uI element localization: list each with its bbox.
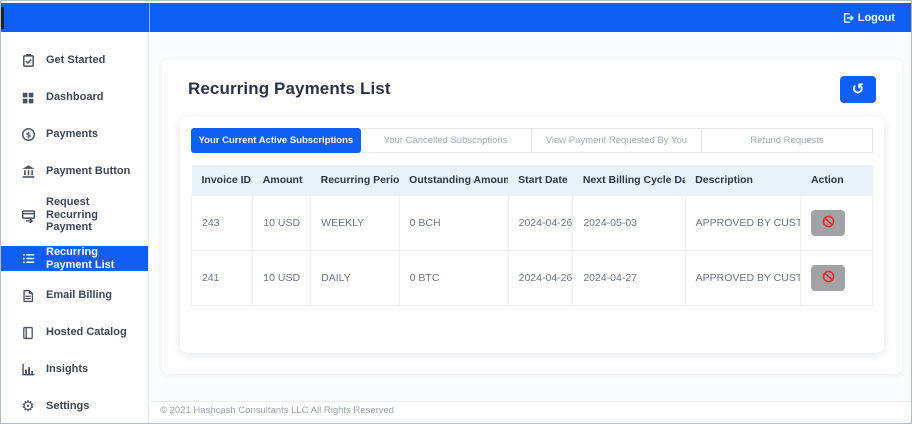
cell-recurring-period: DAILY bbox=[310, 250, 400, 306]
cell-invoice-id: 243 bbox=[190, 195, 254, 251]
sidebar-item-payment-button[interactable]: Payment Button bbox=[1, 153, 148, 190]
recurring-payments-card: Recurring Payments List ↺ Your Current A… bbox=[162, 59, 902, 374]
cell-next-billing-cycle-date: 2024-05-03 bbox=[572, 195, 686, 251]
sidebar-item-label: Hosted Catalog bbox=[46, 326, 127, 339]
cell-amount: 10 USD bbox=[252, 250, 312, 306]
tab-refund-requests[interactable]: Refund Requests bbox=[702, 128, 873, 153]
svg-text:$: $ bbox=[25, 130, 31, 139]
partial-logo bbox=[1, 7, 4, 29]
card-header: Recurring Payments List ↺ bbox=[180, 75, 884, 103]
logout-button[interactable]: Logout bbox=[836, 3, 901, 32]
sidebar-item-payments[interactable]: $ Payments bbox=[1, 116, 148, 153]
subscription-tabs: Your Current Active Subscriptions Your C… bbox=[191, 128, 873, 153]
topbar-divider bbox=[149, 3, 150, 32]
sidebar-item-label: Email Billing bbox=[46, 289, 113, 302]
copyright-footer: © 2021 Hashcash Consultants LLC All Righ… bbox=[150, 401, 911, 419]
cancel-subscription-button[interactable] bbox=[811, 265, 846, 291]
col-outstanding-amount: Outstanding Amount bbox=[399, 165, 509, 196]
col-next-billing-cycle-date: Next Billing Cycle Date bbox=[572, 165, 686, 196]
cell-next-billing-cycle-date: 2024-04-27 bbox=[572, 250, 686, 306]
col-recurring-period: Recurring Period bbox=[310, 165, 400, 196]
cell-outstanding-amount: 0 BCH bbox=[398, 195, 509, 251]
sidebar-item-hosted-catalog[interactable]: Hosted Catalog bbox=[1, 314, 148, 351]
col-amount: Amount bbox=[252, 165, 311, 196]
table-row: 243 10 USD WEEKLY 0 BCH 2024-04-26 2024-… bbox=[190, 195, 873, 251]
sidebar-item-label: Payment Button bbox=[46, 165, 131, 178]
cell-invoice-id: 241 bbox=[190, 250, 254, 306]
card-arrow-icon bbox=[20, 208, 36, 223]
cell-description: APPROVED BY CUSTOMER bbox=[684, 195, 802, 251]
col-description: Description bbox=[685, 165, 801, 196]
block-icon bbox=[821, 214, 836, 232]
table-row: 241 10 USD DAILY 0 BTC 2024-04-26 2024-0… bbox=[190, 250, 873, 306]
cell-start-date: 2024-04-26 bbox=[507, 195, 574, 251]
sidebar-item-label: Request Recurring Payment bbox=[46, 196, 98, 234]
cell-start-date: 2024-04-26 bbox=[507, 250, 574, 306]
sidebar-item-label: Get Started bbox=[46, 54, 106, 67]
book-icon bbox=[20, 326, 36, 340]
sidebar-item-get-started[interactable]: Get Started bbox=[1, 42, 148, 79]
cell-amount: 10 USD bbox=[252, 195, 312, 251]
sidebar-item-label: Insights bbox=[46, 363, 89, 376]
tab-view-payment-requested[interactable]: View Payment Requested By You bbox=[531, 128, 703, 153]
sidebar-item-email-billing[interactable]: Email Billing bbox=[1, 277, 148, 314]
sidebar-item-label: Recurring Payment List bbox=[46, 245, 115, 271]
subscriptions-table: Invoice ID Amount Recurring Period Outst… bbox=[190, 165, 873, 306]
cell-outstanding-amount: 0 BTC bbox=[398, 250, 509, 306]
gear-icon: ⚙ bbox=[21, 397, 35, 415]
clipboard-icon bbox=[20, 53, 36, 68]
col-start-date: Start Date bbox=[508, 165, 573, 196]
sidebar-item-request-recurring-payment[interactable]: Request Recurring Payment bbox=[1, 190, 148, 240]
cancel-subscription-button[interactable] bbox=[811, 210, 846, 236]
main-content: Recurring Payments List ↺ Your Current A… bbox=[150, 32, 911, 423]
cell-recurring-period: WEEKLY bbox=[310, 195, 400, 251]
grid-icon bbox=[20, 91, 36, 105]
cell-description: APPROVED BY CUSTOMER bbox=[684, 250, 802, 306]
app-window: Logout Get Started Dashboard $ Payments … bbox=[0, 0, 912, 424]
sidebar-item-label: Payments bbox=[46, 128, 98, 141]
block-icon bbox=[821, 269, 836, 287]
cell-action bbox=[800, 195, 873, 251]
cell-action bbox=[800, 250, 873, 306]
history-button[interactable]: ↺ bbox=[840, 75, 876, 103]
logout-label: Logout bbox=[857, 11, 895, 24]
logout-icon bbox=[842, 12, 854, 24]
history-icon: ↺ bbox=[851, 79, 865, 98]
col-action: Action bbox=[800, 165, 873, 196]
tab-cancelled-subscriptions[interactable]: Your Cancelled Subscriptions bbox=[360, 128, 532, 153]
sidebar: Get Started Dashboard $ Payments Payment… bbox=[1, 32, 149, 423]
top-navbar: Logout bbox=[1, 3, 911, 32]
table-header-row: Invoice ID Amount Recurring Period Outst… bbox=[191, 165, 873, 196]
sidebar-item-dashboard[interactable]: Dashboard bbox=[1, 79, 148, 116]
sidebar-item-label: Settings bbox=[46, 400, 90, 413]
sidebar-item-label: Dashboard bbox=[46, 91, 104, 104]
document-icon bbox=[20, 289, 36, 303]
sidebar-item-insights[interactable]: Insights bbox=[1, 351, 148, 388]
bank-icon bbox=[20, 164, 36, 179]
subscriptions-panel: Your Current Active Subscriptions Your C… bbox=[180, 117, 884, 353]
tab-current-active-subscriptions[interactable]: Your Current Active Subscriptions bbox=[191, 128, 361, 153]
page-title: Recurring Payments List bbox=[188, 79, 391, 98]
chart-icon bbox=[20, 362, 36, 377]
sidebar-item-recurring-payment-list[interactable]: Recurring Payment List bbox=[1, 246, 148, 271]
sidebar-item-settings[interactable]: ⚙ Settings bbox=[1, 388, 148, 423]
list-icon bbox=[20, 251, 36, 266]
col-invoice-id: Invoice ID bbox=[191, 165, 253, 196]
dollar-circle-icon: $ bbox=[20, 127, 36, 142]
